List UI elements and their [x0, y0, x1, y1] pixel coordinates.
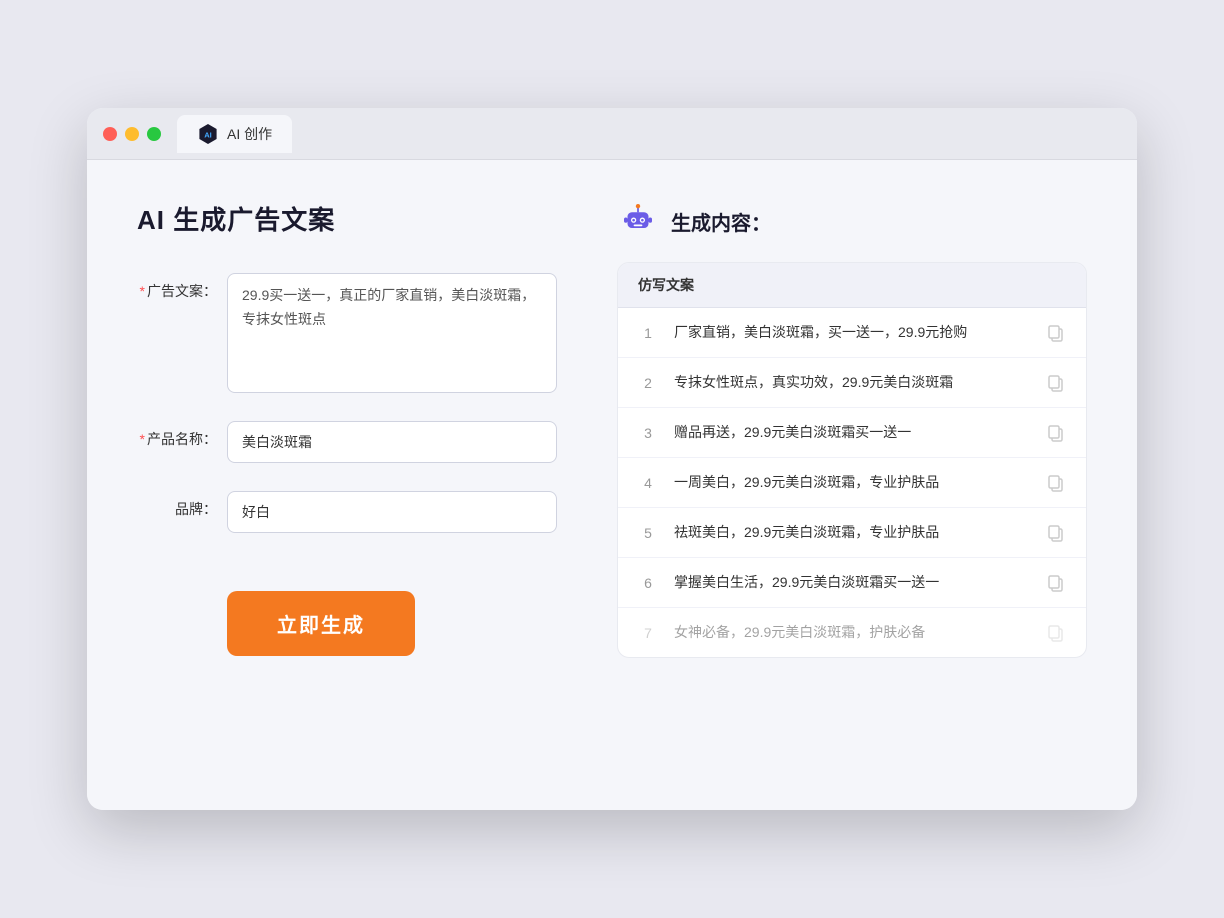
browser-window: AI AI 创作 AI 生成广告文案 *广告文案： 29.9买一送一，真正的厂家…: [87, 108, 1137, 810]
row-text: 女神必备，29.9元美白淡斑霜，护肤必备: [674, 622, 1030, 643]
maximize-button[interactable]: [147, 127, 161, 141]
titlebar: AI AI 创作: [87, 108, 1137, 160]
row-number: 7: [638, 625, 658, 641]
table-header: 仿写文案: [618, 263, 1086, 308]
svg-text:AI: AI: [204, 130, 212, 139]
minimize-button[interactable]: [125, 127, 139, 141]
result-title: 生成内容：: [671, 207, 771, 236]
table-row: 1 厂家直销，美白淡斑霜，买一送一，29.9元抢购: [618, 308, 1086, 358]
row-text: 一周美白，29.9元美白淡斑霜，专业护肤品: [674, 472, 1030, 493]
ai-tab-icon: AI: [197, 123, 219, 145]
result-rows-container: 1 厂家直销，美白淡斑霜，买一送一，29.9元抢购 2 专抹女性斑点，真实功效，29…: [618, 308, 1086, 657]
row-number: 2: [638, 375, 658, 391]
copy-icon[interactable]: [1046, 623, 1066, 643]
ad-copy-required: *: [140, 283, 145, 299]
row-text: 赠品再送，29.9元美白淡斑霜买一送一: [674, 422, 1030, 443]
row-text: 厂家直销，美白淡斑霜，买一送一，29.9元抢购: [674, 322, 1030, 343]
ad-copy-label: *广告文案：: [137, 273, 227, 301]
ad-copy-textarea[interactable]: 29.9买一送一，真正的厂家直销，美白淡斑霜，专抹女性斑点: [227, 273, 557, 393]
tab-label: AI 创作: [227, 124, 272, 144]
copy-icon[interactable]: [1046, 373, 1066, 393]
table-row: 2 专抹女性斑点，真实功效，29.9元美白淡斑霜: [618, 358, 1086, 408]
table-row: 5 祛斑美白，29.9元美白淡斑霜，专业护肤品: [618, 508, 1086, 558]
product-name-input[interactable]: [227, 421, 557, 463]
generate-button[interactable]: 立即生成: [227, 591, 415, 656]
copy-icon[interactable]: [1046, 523, 1066, 543]
ad-copy-group: *广告文案： 29.9买一送一，真正的厂家直销，美白淡斑霜，专抹女性斑点: [137, 273, 557, 393]
row-text: 掌握美白生活，29.9元美白淡斑霜买一送一: [674, 572, 1030, 593]
row-text: 祛斑美白，29.9元美白淡斑霜，专业护肤品: [674, 522, 1030, 543]
row-number: 6: [638, 575, 658, 591]
row-number: 3: [638, 425, 658, 441]
copy-icon[interactable]: [1046, 423, 1066, 443]
table-row: 3 赠品再送，29.9元美白淡斑霜买一送一: [618, 408, 1086, 458]
table-row: 4 一周美白，29.9元美白淡斑霜，专业护肤品: [618, 458, 1086, 508]
result-table: 仿写文案 1 厂家直销，美白淡斑霜，买一送一，29.9元抢购 2 专抹女性斑点，真实…: [617, 262, 1087, 658]
page-title: AI 生成广告文案: [137, 200, 557, 237]
table-row: 7 女神必备，29.9元美白淡斑霜，护肤必备: [618, 608, 1086, 657]
row-number: 4: [638, 475, 658, 491]
browser-tab[interactable]: AI AI 创作: [177, 115, 292, 153]
result-header: 生成内容：: [617, 200, 1087, 242]
left-panel: AI 生成广告文案 *广告文案： 29.9买一送一，真正的厂家直销，美白淡斑霜，…: [137, 200, 557, 658]
copy-icon[interactable]: [1046, 323, 1066, 343]
robot-icon: [617, 200, 659, 242]
product-name-required: *: [140, 431, 145, 447]
copy-icon[interactable]: [1046, 473, 1066, 493]
table-row: 6 掌握美白生活，29.9元美白淡斑霜买一送一: [618, 558, 1086, 608]
copy-icon[interactable]: [1046, 573, 1066, 593]
row-number: 1: [638, 325, 658, 341]
window-controls: [103, 127, 161, 141]
browser-content: AI 生成广告文案 *广告文案： 29.9买一送一，真正的厂家直销，美白淡斑霜，…: [87, 160, 1137, 810]
row-number: 5: [638, 525, 658, 541]
right-panel: 生成内容： 仿写文案 1 厂家直销，美白淡斑霜，买一送一，29.9元抢购 2 专抹女…: [617, 200, 1087, 658]
product-name-group: *产品名称：: [137, 421, 557, 463]
brand-input[interactable]: [227, 491, 557, 533]
product-name-label: *产品名称：: [137, 421, 227, 449]
brand-group: 品牌：: [137, 491, 557, 533]
row-text: 专抹女性斑点，真实功效，29.9元美白淡斑霜: [674, 372, 1030, 393]
brand-label: 品牌：: [137, 491, 227, 519]
close-button[interactable]: [103, 127, 117, 141]
main-layout: AI 生成广告文案 *广告文案： 29.9买一送一，真正的厂家直销，美白淡斑霜，…: [137, 200, 1087, 658]
